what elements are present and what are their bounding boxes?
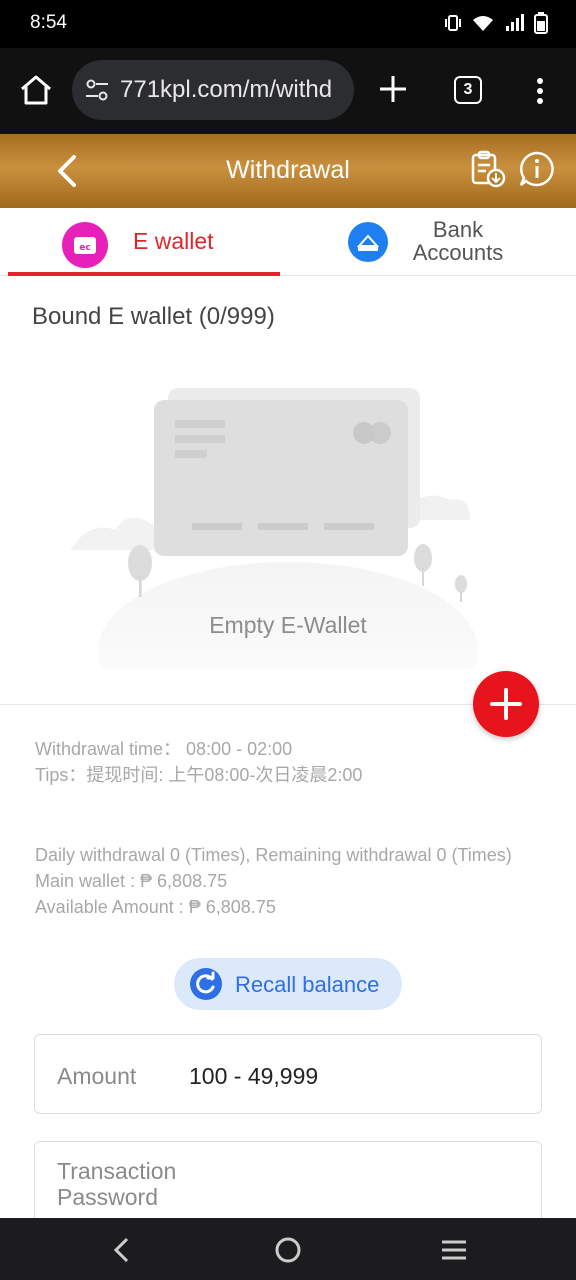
system-nav-bar	[0, 1218, 576, 1280]
refresh-icon	[190, 968, 222, 1000]
amount-field[interactable]: Amount 100 - 49,999	[34, 1034, 542, 1114]
browser-toolbar: 771kpl.com/m/withd 3	[0, 48, 576, 134]
svg-text:ec: ec	[79, 243, 90, 253]
tab-bank-accounts-label: Bank Accounts	[412, 217, 504, 265]
tab-bank-accounts[interactable]: Bank Accounts	[288, 208, 576, 276]
signal-icon	[506, 14, 524, 31]
battery-icon	[534, 12, 548, 34]
tab-e-wallet[interactable]: ec E wallet	[8, 208, 280, 276]
withdrawal-record-icon[interactable]	[470, 150, 506, 188]
bank-card-icon	[348, 222, 388, 262]
more-options-icon[interactable]	[530, 76, 550, 106]
vibrate-icon	[445, 15, 461, 31]
url-text[interactable]: 771kpl.com/m/withd	[120, 76, 332, 104]
main-wallet-text: Main wallet : ₱ 6,808.75	[35, 871, 228, 891]
nav-back-icon[interactable]	[106, 1234, 138, 1266]
transaction-password-label: Transaction Password	[57, 1158, 177, 1210]
tips-text: Tips：提现时间: 上午08:00-次日凌晨2:00	[35, 765, 363, 785]
amount-input[interactable]: 100 - 49,999	[189, 1063, 318, 1090]
tab-e-wallet-label: E wallet	[133, 228, 214, 254]
active-tab-indicator	[8, 272, 280, 276]
info-icon[interactable]	[518, 150, 556, 188]
daily-withdrawal-text: Daily withdrawal 0 (Times), Remaining wi…	[35, 845, 512, 865]
site-settings-icon[interactable]	[84, 78, 110, 102]
new-tab-icon[interactable]	[376, 72, 410, 106]
add-e-wallet-button[interactable]	[473, 671, 539, 737]
available-amount-text: Available Amount : ₱ 6,808.75	[35, 897, 276, 917]
recall-balance-label: Recall balance	[235, 972, 380, 997]
e-wallet-icon: ec	[62, 222, 108, 268]
url-bar[interactable]: 771kpl.com/m/withd	[72, 60, 354, 120]
status-time: 8:54	[30, 12, 67, 33]
tab-switcher-button[interactable]: 3	[454, 76, 482, 104]
nav-home-icon[interactable]	[272, 1234, 304, 1266]
wallet-type-tabs: ec E wallet Bank Accounts	[0, 208, 576, 276]
page-header: Withdrawal	[0, 134, 576, 208]
empty-wallet-text: Empty E-Wallet	[209, 612, 367, 638]
bound-wallet-title: Bound E wallet (0/999)	[32, 303, 275, 330]
status-icons	[444, 12, 548, 34]
wifi-icon	[473, 16, 493, 31]
amount-label: Amount	[57, 1063, 137, 1089]
status-bar: 8:54	[0, 0, 576, 48]
nav-recents-icon[interactable]	[438, 1234, 470, 1266]
withdrawal-info: Daily withdrawal 0 (Times), Remaining wi…	[35, 842, 535, 920]
withdrawal-time-text: Withdrawal time： 08:00 - 02:00	[35, 739, 293, 759]
home-icon[interactable]	[18, 72, 54, 108]
recall-balance-button[interactable]: Recall balance	[174, 958, 402, 1010]
